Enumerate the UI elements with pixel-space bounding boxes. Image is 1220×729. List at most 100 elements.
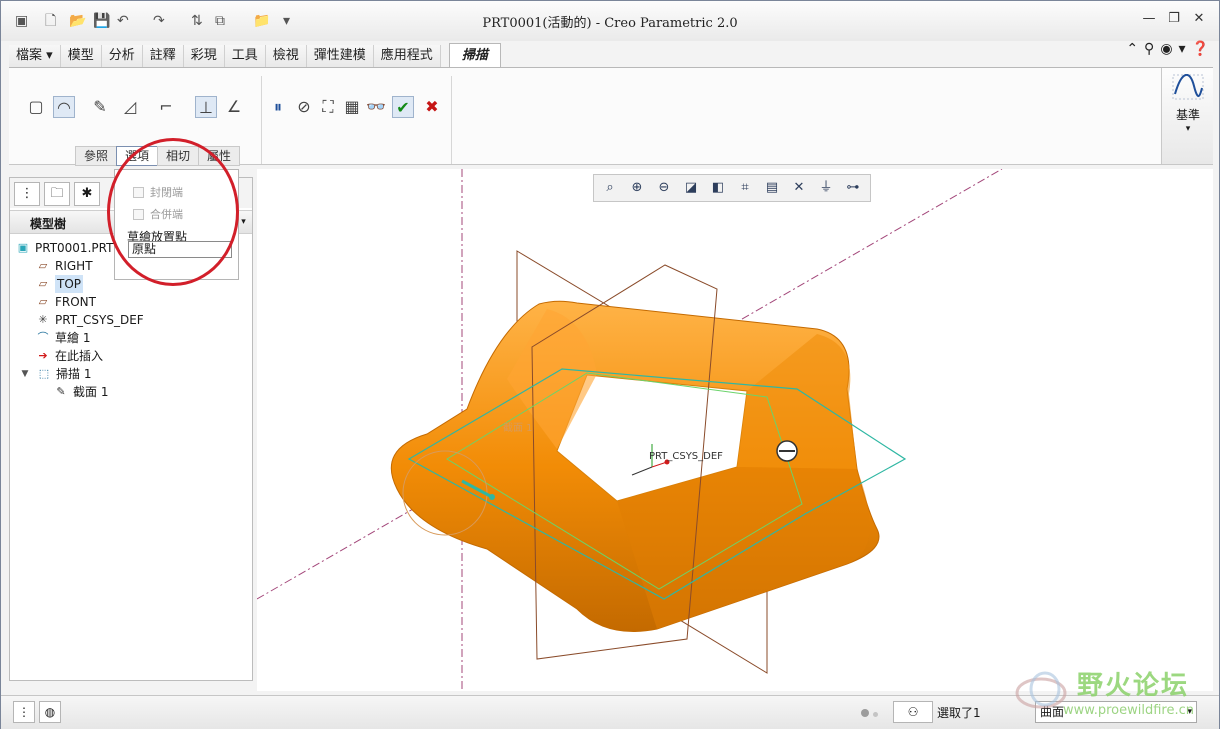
maximize-icon[interactable]: ❐ (1166, 11, 1182, 27)
tab-model[interactable]: 模型 (60, 45, 102, 67)
datum-label: 基準 (1175, 108, 1200, 122)
tree-item-label: PRT0001.PRT (35, 241, 114, 255)
variable-section-icon[interactable]: ∠ (223, 96, 245, 118)
tree-item-top[interactable]: ▱ TOP (36, 275, 84, 293)
tree-item-label: 在此插入 (55, 349, 104, 363)
folder-browser-tab-icon[interactable]: 🗀 (44, 182, 70, 206)
tree-item-label: 草繪 1 (55, 331, 91, 345)
chevron-down-icon[interactable]: ▾ (1179, 41, 1186, 59)
no-preview-icon[interactable]: ⊘ (293, 96, 315, 118)
help-icon[interactable]: ❓ (1192, 41, 1209, 59)
tree-item-section[interactable]: ✎ 截面 1 (54, 383, 108, 401)
model-tree-tab-icon[interactable]: ⋮ (14, 182, 40, 206)
cancel-x-icon[interactable]: ✖ (421, 96, 443, 118)
repaint-icon[interactable]: ◪ (679, 178, 703, 198)
close-icon[interactable]: ✕ (1191, 11, 1207, 27)
tab-applications[interactable]: 應用程式 (373, 45, 441, 67)
zoom-out-icon[interactable]: ⊖ (652, 178, 676, 198)
datum-plane-icon: ▱ (38, 277, 48, 290)
closed-ends-label: 封閉端 (150, 186, 183, 199)
verify-glasses-icon[interactable]: 👓 (365, 96, 387, 118)
solid-icon[interactable]: ▢ (25, 96, 47, 118)
tab-sweep[interactable]: 掃描 (448, 43, 501, 69)
selection-filter-select[interactable]: 曲面 ▾ (1035, 701, 1197, 723)
tree-item-label: PRT_CSYS_DEF (55, 313, 144, 327)
model-graphics[interactable]: PRT_CSYS_DEF 截面 1 (256, 168, 1213, 691)
navigator-toggle-icon[interactable]: ⋮ (13, 701, 35, 723)
tree-item-part[interactable]: ▣ PRT0001.PRT (16, 239, 114, 257)
tab-view[interactable]: 檢視 (265, 45, 307, 67)
tab-flexible-modeling[interactable]: 彈性建模 (306, 45, 374, 67)
merge-ends-checkbox[interactable] (133, 208, 144, 220)
title-bar: ▣ 🗋 📂 💾 ↶ ↷ ⇅ ⧉ 📁 ▾ PRT0001(活動的) - Creo … (1, 1, 1219, 41)
ribbon-tabs: 檔案 ▾ 模型 分析 註釋 彩現 工具 檢視 彈性建模 應用程式 掃描 (9, 43, 501, 69)
pause-icon[interactable]: ⏸ (267, 96, 289, 118)
tree-item-label: 掃描 1 (56, 367, 92, 381)
edit-section-icon[interactable]: ✎ (89, 96, 111, 118)
tree-item-insert-here[interactable]: ➔ 在此插入 (36, 347, 103, 365)
view-manager-icon[interactable]: ▤ (760, 178, 784, 198)
subtab-properties[interactable]: 屬性 (198, 146, 241, 166)
browser-toggle-icon[interactable]: ◍ (39, 701, 61, 723)
remove-material-icon[interactable]: ◿ (119, 96, 141, 118)
minimize-icon[interactable]: — (1141, 11, 1157, 27)
spin-center-icon[interactable]: ⊶ (841, 178, 865, 198)
chevron-down-icon: ▾ (1185, 124, 1191, 134)
window-title: PRT0001(活動的) - Creo Parametric 2.0 (482, 16, 738, 31)
separator (261, 76, 262, 164)
community-icon[interactable]: ◉ (1160, 41, 1172, 59)
section-icon: ✎ (56, 385, 66, 398)
refit-icon[interactable]: ⌕ (598, 178, 622, 198)
tab-annotate[interactable]: 註釋 (142, 45, 184, 67)
datum-display-icon[interactable]: ✕ (787, 178, 811, 198)
csys-label: PRT_CSYS_DEF (649, 451, 723, 462)
saved-orientations-icon[interactable]: ⌗ (733, 178, 757, 198)
graphics-toolbar: ⌕ ⊕ ⊖ ◪ ◧ ⌗ ▤ ✕ ⏚ ⊶ (593, 174, 871, 202)
subtab-references[interactable]: 參照 (75, 146, 118, 166)
find-binoculars-icon[interactable]: ⚇ (893, 701, 933, 723)
geometry-preview-icon[interactable]: ⛶ (317, 96, 339, 118)
tab-render[interactable]: 彩現 (183, 45, 225, 67)
subtab-tangency[interactable]: 相切 (157, 146, 200, 166)
display-style-icon[interactable]: ◧ (706, 178, 730, 198)
zoom-in-icon[interactable]: ⊕ (625, 178, 649, 198)
closed-ends-row: 封閉端 (133, 184, 183, 200)
constant-section-icon[interactable]: ⊥ (195, 96, 217, 118)
datum-curve-icon (1172, 74, 1204, 100)
search-icon[interactable]: ⚲ (1144, 41, 1154, 59)
tree-item-sweep[interactable]: ▼ ⬚ 掃描 1 (18, 365, 92, 383)
collapse-ribbon-icon[interactable]: ⌃ (1126, 41, 1138, 59)
model-tree-title: 模型樹 (30, 217, 67, 231)
sketch-placement-field[interactable]: 原點 (128, 241, 232, 258)
status-bar: ⋮ ◍ ⚇ 選取了1 曲面 ▾ (1, 695, 1219, 729)
thicken-icon[interactable]: ⌐ (155, 96, 177, 118)
sweep-highlight (617, 467, 870, 629)
csys-icon: ✳ (38, 313, 48, 326)
start-arrow-head (489, 494, 495, 500)
sketch-icon: ⌒ (37, 331, 49, 344)
tree-item-label: 截面 1 (73, 385, 109, 399)
feature-subtabs: 參照 選項 相切 屬性 (75, 146, 241, 166)
closed-ends-checkbox[interactable] (133, 186, 144, 198)
feature-preview-icon[interactable]: ▦ (341, 96, 363, 118)
tab-file[interactable]: 檔案 ▾ (9, 45, 61, 67)
surface-icon[interactable]: ◠ (53, 96, 75, 118)
datum-plane-icon: ▱ (38, 295, 48, 308)
ok-check-icon[interactable]: ✔ (392, 96, 414, 118)
options-panel: 封閉端 合併端 草繪放置點 原點 (114, 169, 239, 280)
subtab-options[interactable]: 選項 (116, 146, 159, 166)
expand-chevron-icon[interactable]: ▼ (18, 367, 32, 381)
tree-item-csys[interactable]: ✳ PRT_CSYS_DEF (36, 311, 144, 329)
favorites-tab-icon[interactable]: ✱ (74, 182, 100, 206)
annotation-display-icon[interactable]: ⏚ (814, 178, 838, 198)
merge-ends-row: 合併端 (133, 206, 183, 222)
insert-here-icon: ➔ (38, 349, 48, 362)
tab-tools[interactable]: 工具 (224, 45, 266, 67)
tree-item-sketch[interactable]: ⌒ 草繪 1 (36, 329, 91, 347)
tab-analysis[interactable]: 分析 (101, 45, 143, 67)
graphics-viewport[interactable]: PRT_CSYS_DEF 截面 1 (256, 168, 1213, 691)
tree-item-front[interactable]: ▱ FRONT (36, 293, 96, 311)
datum-button[interactable]: 基準 ▾ (1161, 68, 1213, 164)
tree-item-label: TOP (55, 275, 84, 293)
tree-item-right[interactable]: ▱ RIGHT (36, 257, 93, 275)
